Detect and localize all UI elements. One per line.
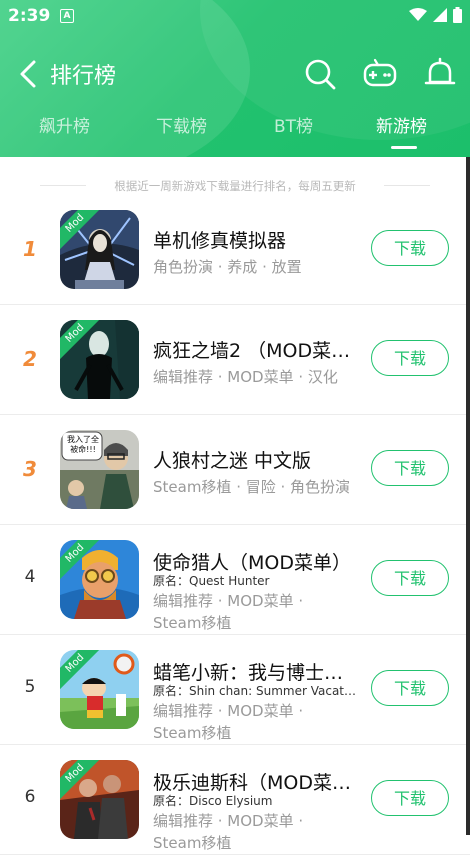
game-tags: 编辑推荐 · MOD菜单 · 汉化 xyxy=(153,368,338,386)
game-name[interactable]: 使命猎人（MOD菜单） xyxy=(153,548,353,575)
battery-icon xyxy=(453,7,462,23)
download-button[interactable]: 下载 xyxy=(371,230,449,266)
game-tags: Steam移植 · 冒险 · 角色扮演 xyxy=(153,478,351,496)
sim-icon: A xyxy=(60,9,74,23)
game-name[interactable]: 人狼村之迷 中文版 xyxy=(153,446,353,473)
tags-line: 编辑推荐 · MOD菜单 · xyxy=(153,592,304,610)
search-icon[interactable] xyxy=(302,56,338,92)
list-item[interactable]: 6 Mod 极乐迪斯科（MOD菜单） 原名：Disco Elysium 编辑推荐… xyxy=(0,744,470,855)
game-tags: 编辑推荐 · MOD菜单 · Steam移植 xyxy=(153,700,353,744)
game-tags: 编辑推荐 · MOD菜单 · Steam移植 xyxy=(153,590,353,634)
download-button[interactable]: 下载 xyxy=(371,560,449,596)
tab-surge[interactable]: 飙升榜 xyxy=(39,112,90,137)
tags-line: 编辑推荐 · MOD菜单 · xyxy=(153,812,304,830)
list-item[interactable]: 1 Mod 单机修真模拟器 角色扮演 · 养成 · 放置 下载 xyxy=(0,194,470,305)
game-name[interactable]: 极乐迪斯科（MOD菜单） xyxy=(153,768,353,795)
rank-number: 5 xyxy=(24,677,36,697)
list-item[interactable]: 4 Mod 使命猎人（MOD菜单） 原名：Quest Hunter 编辑推荐 ·… xyxy=(0,524,470,635)
game-icon[interactable]: Mod xyxy=(60,540,139,619)
rank-number: 4 xyxy=(24,567,36,587)
tab-bt[interactable]: BT榜 xyxy=(274,112,313,137)
tab-download[interactable]: 下载榜 xyxy=(156,112,207,137)
rank-number: 6 xyxy=(24,787,36,807)
download-button[interactable]: 下载 xyxy=(371,670,449,706)
original-name: 原名：Shin chan: Summer Vacation xyxy=(153,684,357,698)
back-arrow-icon[interactable] xyxy=(14,58,42,90)
divider xyxy=(384,185,430,186)
header: 2:39 A 排行榜 飙升榜 下载榜 BT榜 新游榜 xyxy=(0,0,470,157)
tags-line: 编辑推荐 · MOD菜单 · xyxy=(153,702,304,720)
game-icon[interactable]: Mod xyxy=(60,320,139,399)
screen-edge xyxy=(466,157,470,835)
tab-new-games[interactable]: 新游榜 xyxy=(376,112,427,137)
rank-number: 1 xyxy=(23,237,37,261)
list-item[interactable]: 2 Mod 疯狂之墙2 （MOD菜单） 编辑推荐 · MOD菜单 · 汉化 下载 xyxy=(0,304,470,415)
rank-number: 3 xyxy=(23,457,37,481)
wifi-icon xyxy=(409,8,427,21)
toolbar: 排行榜 xyxy=(0,52,470,96)
status-time: 2:39 xyxy=(8,6,51,26)
icon-caption: 我入了全被命!!! xyxy=(67,435,99,454)
tab-active-indicator xyxy=(391,146,417,149)
download-button[interactable]: 下载 xyxy=(371,340,449,376)
game-icon[interactable]: 我入了全被命!!! xyxy=(60,430,139,509)
original-name: 原名：Disco Elysium xyxy=(153,794,273,808)
list-item[interactable]: 5 Mod 蜡笔小新：我与博士的暑假 原名：Shin chan: Summer … xyxy=(0,634,470,745)
game-icon[interactable]: Mod xyxy=(60,210,139,289)
original-name: 原名：Quest Hunter xyxy=(153,574,270,588)
game-icon[interactable]: Mod xyxy=(60,650,139,729)
status-bar: 2:39 A xyxy=(0,0,470,32)
download-button[interactable]: 下载 xyxy=(371,450,449,486)
page-title: 排行榜 xyxy=(50,64,117,89)
signal-icon xyxy=(433,8,447,22)
game-name[interactable]: 蜡笔小新：我与博士的暑假 xyxy=(153,658,353,685)
game-name[interactable]: 疯狂之墙2 （MOD菜单） xyxy=(153,336,353,363)
game-tags: 编辑推荐 · MOD菜单 · Steam移植 xyxy=(153,810,353,854)
notice-text: 根据近一周新游戏下载量进行排名，每周五更新 xyxy=(114,179,356,193)
tags-line: Steam移植 xyxy=(153,614,232,632)
rank-number: 2 xyxy=(23,347,37,371)
game-tags: 角色扮演 · 养成 · 放置 xyxy=(153,258,302,276)
tags-line: Steam移植 xyxy=(153,834,232,852)
game-icon[interactable]: Mod xyxy=(60,760,139,839)
list-item[interactable]: 3 我入了全被命!!! 人狼村之迷 中文版 Steam移植 · 冒险 · 角色扮… xyxy=(0,414,470,525)
download-button[interactable]: 下载 xyxy=(371,780,449,816)
tags-line: Steam移植 xyxy=(153,724,232,742)
gamepad-icon[interactable] xyxy=(362,56,398,92)
bell-icon[interactable] xyxy=(422,56,458,92)
game-name[interactable]: 单机修真模拟器 xyxy=(153,226,353,253)
status-icons xyxy=(409,7,462,23)
